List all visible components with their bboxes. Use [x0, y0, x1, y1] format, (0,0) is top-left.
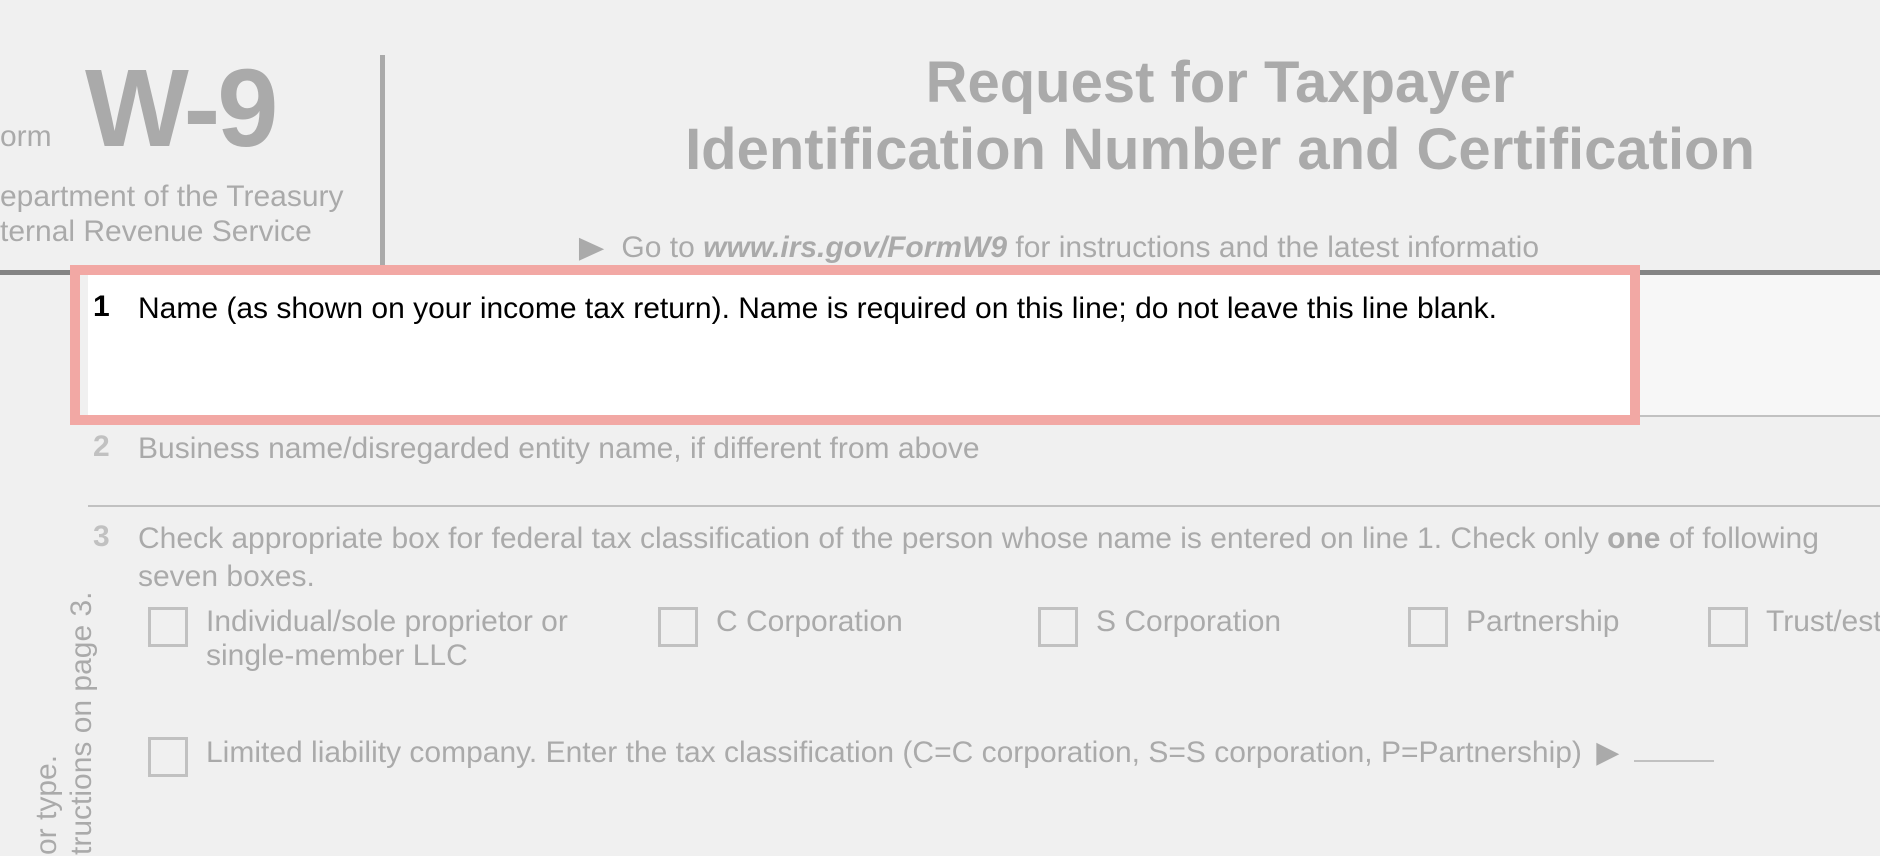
checkbox-box-icon[interactable] [148, 737, 188, 777]
form-header: orm W-9 epartment of the Treasury ternal… [0, 0, 1880, 275]
department-text: epartment of the Treasury ternal Revenue… [0, 180, 344, 249]
cb5-label: Trust/esta [1766, 605, 1880, 639]
checkbox-individual[interactable]: Individual/sole proprietor or single-mem… [148, 605, 568, 673]
checkbox-trust-estate[interactable]: Trust/esta [1708, 605, 1880, 647]
line-1-number: 1 [93, 290, 110, 324]
cb3-label: S Corporation [1096, 605, 1281, 639]
arrow-icon: ▶ [1596, 736, 1619, 769]
side-rotated-text: or type. tructions on page 3. [10, 395, 70, 856]
header-divider [380, 55, 385, 270]
cb1-label-a: Individual/sole proprietor or [206, 605, 568, 638]
line-3-number: 3 [93, 520, 110, 554]
checkbox-box-icon[interactable] [658, 607, 698, 647]
line-3-classification: 3 Check appropriate box for federal tax … [88, 505, 1880, 856]
w9-form-page: orm W-9 epartment of the Treasury ternal… [0, 0, 1880, 856]
goto-suffix: for instructions and the latest informat… [1007, 231, 1539, 264]
line-2-business-name[interactable]: 2 Business name/disregarded entity name,… [88, 415, 1880, 507]
form-code: W-9 [85, 45, 275, 172]
checkbox-box-icon[interactable] [1038, 607, 1078, 647]
title-line1: Request for Taxpayer [926, 50, 1515, 115]
cb1-label-b: single-member LLC [206, 639, 468, 672]
goto-prefix: Go to [621, 231, 703, 264]
checkbox-box-icon[interactable] [1708, 607, 1748, 647]
side-text-1: or type. [30, 755, 64, 855]
goto-url: www.irs.gov/FormW9 [703, 231, 1007, 264]
line-3-text: Check appropriate box for federal tax cl… [138, 520, 1858, 595]
title-line2: Identification Number and Certification [685, 117, 1755, 182]
checkbox-box-icon[interactable] [1408, 607, 1448, 647]
line-2-number: 2 [93, 430, 110, 464]
cb6-label: Limited liability company. Enter the tax… [206, 736, 1582, 769]
checkbox-box-icon[interactable] [148, 607, 188, 647]
llc-classification-input[interactable] [1634, 760, 1714, 762]
line-3-text-bold: one [1607, 522, 1660, 555]
arrow-icon: ▶ [579, 230, 604, 265]
goto-instructions: ▶ Go to www.irs.gov/FormW9 for instructi… [580, 230, 1539, 265]
dept-line2: ternal Revenue Service [0, 215, 312, 248]
dim-overlay [0, 270, 70, 415]
checkbox-partnership[interactable]: Partnership [1408, 605, 1619, 647]
form-title: Request for Taxpayer Identification Numb… [560, 50, 1880, 183]
line-2-text: Business name/disregarded entity name, i… [138, 430, 1858, 468]
cb4-label: Partnership [1466, 605, 1619, 639]
dept-line1: epartment of the Treasury [0, 180, 344, 213]
checkbox-llc[interactable]: Limited liability company. Enter the tax… [148, 735, 1868, 777]
cb2-label: C Corporation [716, 605, 903, 639]
checkbox-c-corp[interactable]: C Corporation [658, 605, 903, 647]
line-3-text-a: Check appropriate box for federal tax cl… [138, 522, 1607, 555]
form-word: orm [0, 120, 52, 154]
line-1-name[interactable]: 1 Name (as shown on your income tax retu… [88, 275, 1880, 417]
line-1-text: Name (as shown on your income tax return… [138, 290, 1858, 328]
checkbox-s-corp[interactable]: S Corporation [1038, 605, 1281, 647]
